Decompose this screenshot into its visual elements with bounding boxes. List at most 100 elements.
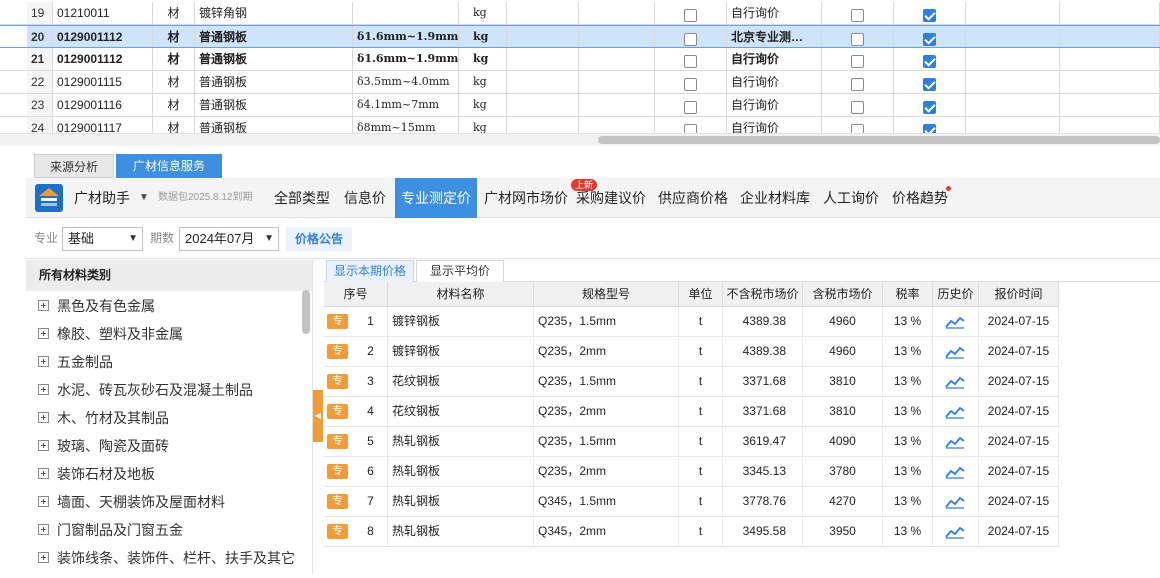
checkbox-icon[interactable] (923, 55, 936, 69)
nav-pro-price[interactable]: 专业测定价 (395, 178, 477, 218)
category-item[interactable]: 橡胶、塑料及非金属 (26, 320, 306, 348)
tag-cell: 专 (324, 307, 354, 336)
plus-box-icon[interactable] (38, 412, 49, 423)
major-select[interactable]: 基础 ▼ (62, 227, 143, 251)
plus-box-icon[interactable] (38, 300, 49, 311)
category-item[interactable]: 水泥、砖瓦灰砂石及混凝土制品 (26, 376, 306, 404)
chevron-down-icon[interactable]: ▼ (139, 178, 149, 218)
cell-source[interactable]: 自行询价 (727, 117, 822, 133)
plus-box-icon[interactable] (38, 552, 49, 563)
table-row[interactable]: 专 2 镀锌钢板 Q235，2mm t 4389.38 4960 13 % 2024-07-15 (324, 337, 1059, 367)
category-panel: 所有材料类别 黑色及有色金属 橡胶、塑料及非金属 五金制品 水泥、砖瓦灰砂石及混凝土制… (26, 260, 313, 574)
period-select[interactable]: 2024年07月 ▼ (179, 227, 279, 251)
nav-info-price[interactable]: 信息价 (340, 178, 390, 218)
check-1-cell (655, 71, 727, 93)
category-item[interactable]: 装饰线条、装饰件、栏杆、扶手及其它 (26, 544, 306, 572)
checkbox-icon[interactable] (851, 9, 864, 23)
checkbox-icon[interactable] (684, 9, 697, 23)
table-row[interactable]: 24 0129001117 材普通钢板 δ8mm~15mm kg 自行询价 (0, 117, 1160, 133)
trend-line-icon[interactable] (945, 315, 965, 329)
assistant-menu[interactable]: 广材助手 (74, 178, 130, 218)
table-row[interactable]: 19 01210011 材镀锌角钢 kg 自行询价 (0, 2, 1160, 25)
cell-tax: 13 % (883, 367, 933, 396)
nav-market-price[interactable]: 广材网市场价 (479, 178, 573, 218)
major-select-value: 基础 (68, 231, 95, 246)
price-notice-button[interactable]: 价格公告 (286, 227, 352, 251)
cell-source[interactable]: 自行询价 (727, 71, 822, 93)
plus-box-icon[interactable] (38, 496, 49, 507)
category-item[interactable]: 木、竹材及其制品 (26, 404, 306, 432)
table-row[interactable]: 专 5 热轧钢板 Q235，1.5mm t 3619.47 4090 13 % 2024-07-… (324, 427, 1059, 457)
table-row[interactable]: 20 0129001112 材普通钢板 δ1.6mm~1.9mm kg 北京专业测… (0, 25, 1160, 48)
plus-box-icon[interactable] (38, 384, 49, 395)
table-row[interactable]: 专 7 热轧钢板 Q345，1.5mm t 3778.76 4270 13 % 2024-07-… (324, 487, 1059, 517)
nav-price-trend[interactable]: 价格趋势 (890, 178, 950, 218)
category-item[interactable]: 门窗制品及门窗五金 (26, 516, 306, 544)
checkbox-icon[interactable] (684, 33, 697, 47)
nav-enterprise-lib[interactable]: 企业材料库 (738, 178, 812, 218)
trend-line-icon[interactable] (945, 495, 965, 509)
tab-current-price[interactable]: 显示本期价格 (326, 260, 414, 282)
horizontal-scrollbar[interactable] (0, 133, 1160, 146)
category-item[interactable]: 玻璃、陶瓷及面砖 (26, 432, 306, 460)
plus-box-icon[interactable] (38, 468, 49, 479)
plus-box-icon[interactable] (38, 440, 49, 451)
table-row[interactable]: 专 6 热轧钢板 Q235，2mm t 3345.13 3780 13 % 2024-07-15 (324, 457, 1059, 487)
checkbox-icon[interactable] (851, 78, 864, 92)
checkbox-icon[interactable] (923, 33, 936, 47)
checkbox-icon[interactable] (923, 78, 936, 92)
category-item[interactable]: 墙面、天棚装饰及屋面材料 (26, 488, 306, 516)
plus-box-icon[interactable] (38, 524, 49, 535)
checkbox-icon[interactable] (684, 55, 697, 69)
check-3-cell (894, 117, 966, 133)
cell-source[interactable]: 自行询价 (727, 94, 822, 116)
category-item[interactable]: 装饰石材及地板 (26, 460, 306, 488)
cell-type: 材 (153, 94, 195, 116)
table-row[interactable]: 专 1 镀锌钢板 Q235，1.5mm t 4389.38 4960 13 % 2024-07-… (324, 307, 1059, 337)
cell-source[interactable]: 自行询价 (727, 48, 822, 70)
nav-all-types[interactable]: 全部类型 (270, 178, 334, 218)
trend-line-icon[interactable] (945, 525, 965, 539)
table-row[interactable]: 专 4 花纹钢板 Q235，2mm t 3371.68 3810 13 % 2024-07-15 (324, 397, 1059, 427)
category-item[interactable]: 五金制品 (26, 348, 306, 376)
checkbox-icon[interactable] (851, 55, 864, 69)
checkbox-icon[interactable] (684, 124, 697, 133)
plus-box-icon[interactable] (38, 328, 49, 339)
trend-line-icon[interactable] (945, 405, 965, 419)
history-cell (933, 487, 979, 516)
checkbox-icon[interactable] (851, 124, 864, 133)
checkbox-icon[interactable] (851, 33, 864, 47)
nav-supplier-price[interactable]: 供应商价格 (656, 178, 730, 218)
table-row[interactable]: 23 0129001116 材普通钢板 δ4.1mm~7mm kg 自行询价 (0, 94, 1160, 117)
check-3-cell (894, 48, 966, 70)
check-2-cell (822, 2, 894, 24)
category-label: 橡胶、塑料及非金属 (57, 326, 183, 342)
tab-info-service[interactable]: 广材信息服务 (116, 154, 222, 178)
table-row[interactable]: 专 8 热轧钢板 Q345，2mm t 3495.58 3950 13 % 2024-07-15 (324, 517, 1059, 547)
trend-line-icon[interactable] (945, 465, 965, 479)
tab-average-price[interactable]: 显示平均价 (416, 260, 504, 282)
table-row[interactable]: 22 0129001115 材普通钢板 δ3.5mm~4.0mm kg 自行询价 (0, 71, 1160, 94)
cell-source[interactable]: 自行询价 (727, 2, 822, 24)
tab-source-analysis[interactable]: 来源分析 (34, 154, 114, 178)
category-scrollbar[interactable] (302, 290, 310, 334)
check-3-cell (894, 94, 966, 116)
table-row[interactable]: 21 0129001112 材普通钢板 δ1.6mm~1.9mm kg 自行询价 (0, 48, 1160, 71)
checkbox-icon[interactable] (684, 101, 697, 115)
checkbox-icon[interactable] (923, 9, 936, 23)
checkbox-icon[interactable] (923, 101, 936, 115)
category-item[interactable]: 黑色及有色金属 (26, 292, 306, 320)
table-row[interactable]: 专 3 花纹钢板 Q235，1.5mm t 3371.68 3810 13 % 2024-07-… (324, 367, 1059, 397)
checkbox-icon[interactable] (684, 78, 697, 92)
trend-line-icon[interactable] (945, 345, 965, 359)
cell-source[interactable]: 北京专业测… (727, 26, 822, 47)
collapse-panel-handle[interactable]: ◀ (313, 390, 323, 442)
material-grid: 19 01210011 材镀锌角钢 kg 自行询价 20 0129001112 材普通钢板 δ1… (0, 0, 1160, 133)
trend-line-icon[interactable] (945, 375, 965, 389)
checkbox-icon[interactable] (851, 101, 864, 115)
checkbox-icon[interactable] (923, 124, 936, 133)
trend-line-icon[interactable] (945, 435, 965, 449)
plus-box-icon[interactable] (38, 356, 49, 367)
nav-manual-inquiry[interactable]: 人工询价 (821, 178, 881, 218)
scrollbar-thumb[interactable] (598, 136, 1160, 144)
